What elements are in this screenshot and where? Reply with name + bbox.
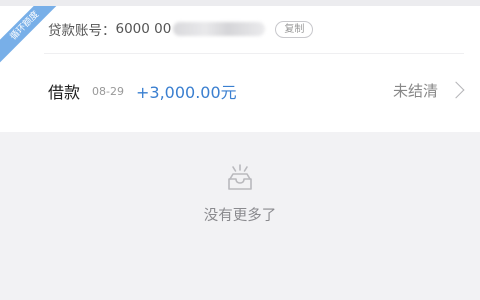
loan-status: 未结清 [392, 82, 438, 100]
loan-amount: +3,000.00元 [135, 83, 237, 102]
chevron-right-icon[interactable] [447, 81, 465, 99]
copy-button[interactable]: 复制 [275, 20, 314, 38]
account-number: 6000 00 [115, 21, 172, 37]
loan-type-label: 借款 [48, 83, 81, 102]
empty-state-message: 没有更多了 [203, 208, 277, 224]
divider [44, 53, 464, 54]
account-number-mask [173, 22, 266, 36]
loan-date: 08-29 [92, 84, 124, 98]
empty-tray-icon [228, 164, 252, 190]
loan-record-row[interactable]: 借款 08-29 +3,000.00元 未结清 [48, 79, 468, 103]
loan-card: 循环额度 贷款账号： 6000 00 复制 借款 08-29 +3,000.00… [0, 6, 480, 132]
account-label: 贷款账号： [48, 23, 116, 39]
account-row: 贷款账号： 6000 00 复制 [48, 19, 314, 39]
